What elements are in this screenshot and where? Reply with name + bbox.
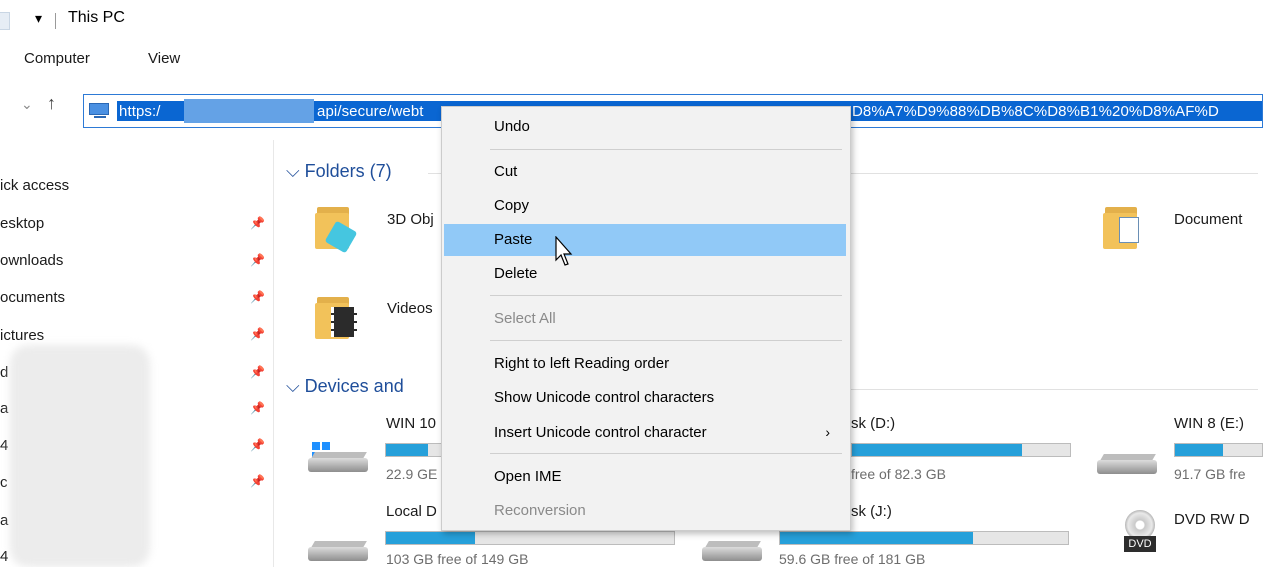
drive-e-free-space: 91.7 GB fre	[1174, 466, 1246, 482]
drive-c-usage-bar	[385, 443, 445, 457]
group-divider	[851, 389, 1258, 390]
quick-access-toolbar-icon[interactable]	[0, 12, 10, 30]
drive-local-icon[interactable]	[308, 537, 368, 563]
drive-local-usage-fill	[386, 532, 476, 544]
folder-3d-objects-icon[interactable]	[315, 205, 358, 254]
tab-view[interactable]: View	[148, 50, 180, 67]
url-text-middle: api/secure/webt	[317, 103, 424, 120]
title-separator	[55, 13, 56, 29]
drive-e-icon[interactable]	[1097, 450, 1157, 476]
menu-item-rtl-reading-order[interactable]: Right to left Reading order	[442, 349, 850, 379]
folders-group-title: Folders (7)	[304, 161, 392, 181]
drive-local-label[interactable]: Local D	[386, 503, 437, 520]
nav-item-quick-access[interactable]: ick access	[0, 177, 69, 194]
devices-group-header[interactable]: ⌵ Devices and	[286, 376, 404, 397]
menu-item-copy[interactable]: Copy	[442, 191, 850, 221]
nav-item-downloads[interactable]: ownloads	[0, 252, 63, 269]
pin-icon[interactable]: 📌	[250, 365, 265, 379]
drive-j-icon[interactable]	[702, 537, 762, 563]
folder-3d-objects-label[interactable]: 3D Obj	[387, 211, 434, 228]
drive-j-usage-fill	[780, 532, 973, 544]
pin-icon[interactable]: 📌	[250, 327, 265, 341]
nav-item-documents[interactable]: ocuments	[0, 289, 65, 306]
nav-item-8[interactable]: c	[0, 474, 8, 491]
menu-item-select-all[interactable]: Select All	[442, 304, 850, 334]
drive-local-usage-bar	[385, 531, 675, 545]
menu-item-undo[interactable]: Undo	[442, 112, 850, 142]
nav-item-desktop[interactable]: esktop	[0, 215, 44, 232]
menu-item-reconversion[interactable]: Reconversion	[442, 496, 850, 526]
menu-item-insert-unicode[interactable]: Insert Unicode control character ›	[442, 418, 850, 448]
drive-local-free-space: 103 GB free of 149 GB	[386, 551, 529, 567]
devices-group-title: Devices and	[304, 376, 404, 396]
dvd-badge: DVD	[1124, 536, 1156, 552]
menu-item-cut[interactable]: Cut	[442, 157, 850, 187]
window-title: This PC	[68, 9, 125, 26]
menu-item-paste[interactable]: Paste	[444, 224, 846, 256]
tab-computer[interactable]: Computer	[24, 50, 90, 67]
folder-videos-icon[interactable]	[315, 295, 357, 339]
blurred-region	[10, 345, 150, 567]
nav-item-10[interactable]: 4	[0, 548, 8, 565]
drive-dvd-label[interactable]: DVD RW D	[1174, 511, 1250, 528]
submenu-arrow-icon: ›	[825, 424, 830, 440]
folder-documents-label[interactable]: Document	[1174, 211, 1242, 228]
menu-item-open-ime[interactable]: Open IME	[442, 462, 850, 492]
pin-icon[interactable]: 📌	[250, 216, 265, 230]
up-arrow-icon[interactable]: ↑	[47, 93, 56, 114]
menu-separator	[490, 149, 842, 150]
nav-item-7[interactable]: 4	[0, 437, 8, 454]
mouse-cursor-icon	[555, 236, 573, 266]
pin-icon[interactable]: 📌	[250, 253, 265, 267]
nav-item-6[interactable]: a	[0, 400, 8, 417]
nav-item-9[interactable]: a	[0, 512, 8, 529]
drive-e-usage-bar	[1174, 443, 1263, 457]
nav-item-pictures[interactable]: ictures	[0, 327, 44, 344]
nav-item-5[interactable]: d	[0, 364, 8, 381]
ribbon-tabs: Computer View	[0, 44, 1263, 74]
drive-d-usage-bar	[851, 443, 1071, 457]
quick-access-dropdown-icon[interactable]: ▾	[35, 10, 42, 27]
context-menu: Undo Cut Copy Paste Delete Select All Ri…	[441, 106, 851, 531]
url-text-tail: D8%A7%D9%88%DB%8C%D8%B1%20%D8%AF%D	[852, 103, 1219, 120]
drive-d-free-space: free of 82.3 GB	[851, 466, 946, 482]
folder-videos-label[interactable]: Videos	[387, 300, 433, 317]
menu-item-delete[interactable]: Delete	[442, 259, 850, 289]
menu-separator	[490, 453, 842, 454]
menu-separator	[490, 295, 842, 296]
redacted-region	[184, 99, 314, 123]
drive-c-icon[interactable]	[308, 448, 368, 474]
pane-divider[interactable]	[273, 140, 274, 567]
folders-group-header[interactable]: ⌵ Folders (7)	[286, 161, 392, 182]
pin-icon[interactable]: 📌	[250, 401, 265, 415]
pin-icon[interactable]: 📌	[250, 438, 265, 452]
menu-item-show-unicode[interactable]: Show Unicode control characters	[442, 383, 850, 413]
drive-d-usage-fill	[852, 444, 1023, 456]
drive-e-usage-fill	[1175, 444, 1223, 456]
url-text-start: https:/	[119, 103, 161, 120]
pin-icon[interactable]: 📌	[250, 474, 265, 488]
drive-j-usage-bar	[779, 531, 1069, 545]
this-pc-icon	[89, 103, 111, 118]
drive-d-label[interactable]: sk (D:)	[851, 415, 895, 432]
drive-c-label[interactable]: WIN 10	[386, 415, 436, 432]
menu-separator	[490, 340, 842, 341]
title-bar: ▾ This PC	[0, 0, 1263, 40]
recent-locations-chevron-icon[interactable]: ⌄	[21, 96, 33, 113]
drive-e-label[interactable]: WIN 8 (E:)	[1174, 415, 1244, 432]
pin-icon[interactable]: 📌	[250, 290, 265, 304]
drive-j-free-space: 59.6 GB free of 181 GB	[779, 551, 926, 567]
drive-c-usage-fill	[386, 444, 428, 456]
folder-documents-icon[interactable]	[1103, 205, 1139, 249]
drive-j-label[interactable]: sk (J:)	[851, 503, 892, 520]
drive-c-free-space: 22.9 GE	[386, 466, 438, 482]
